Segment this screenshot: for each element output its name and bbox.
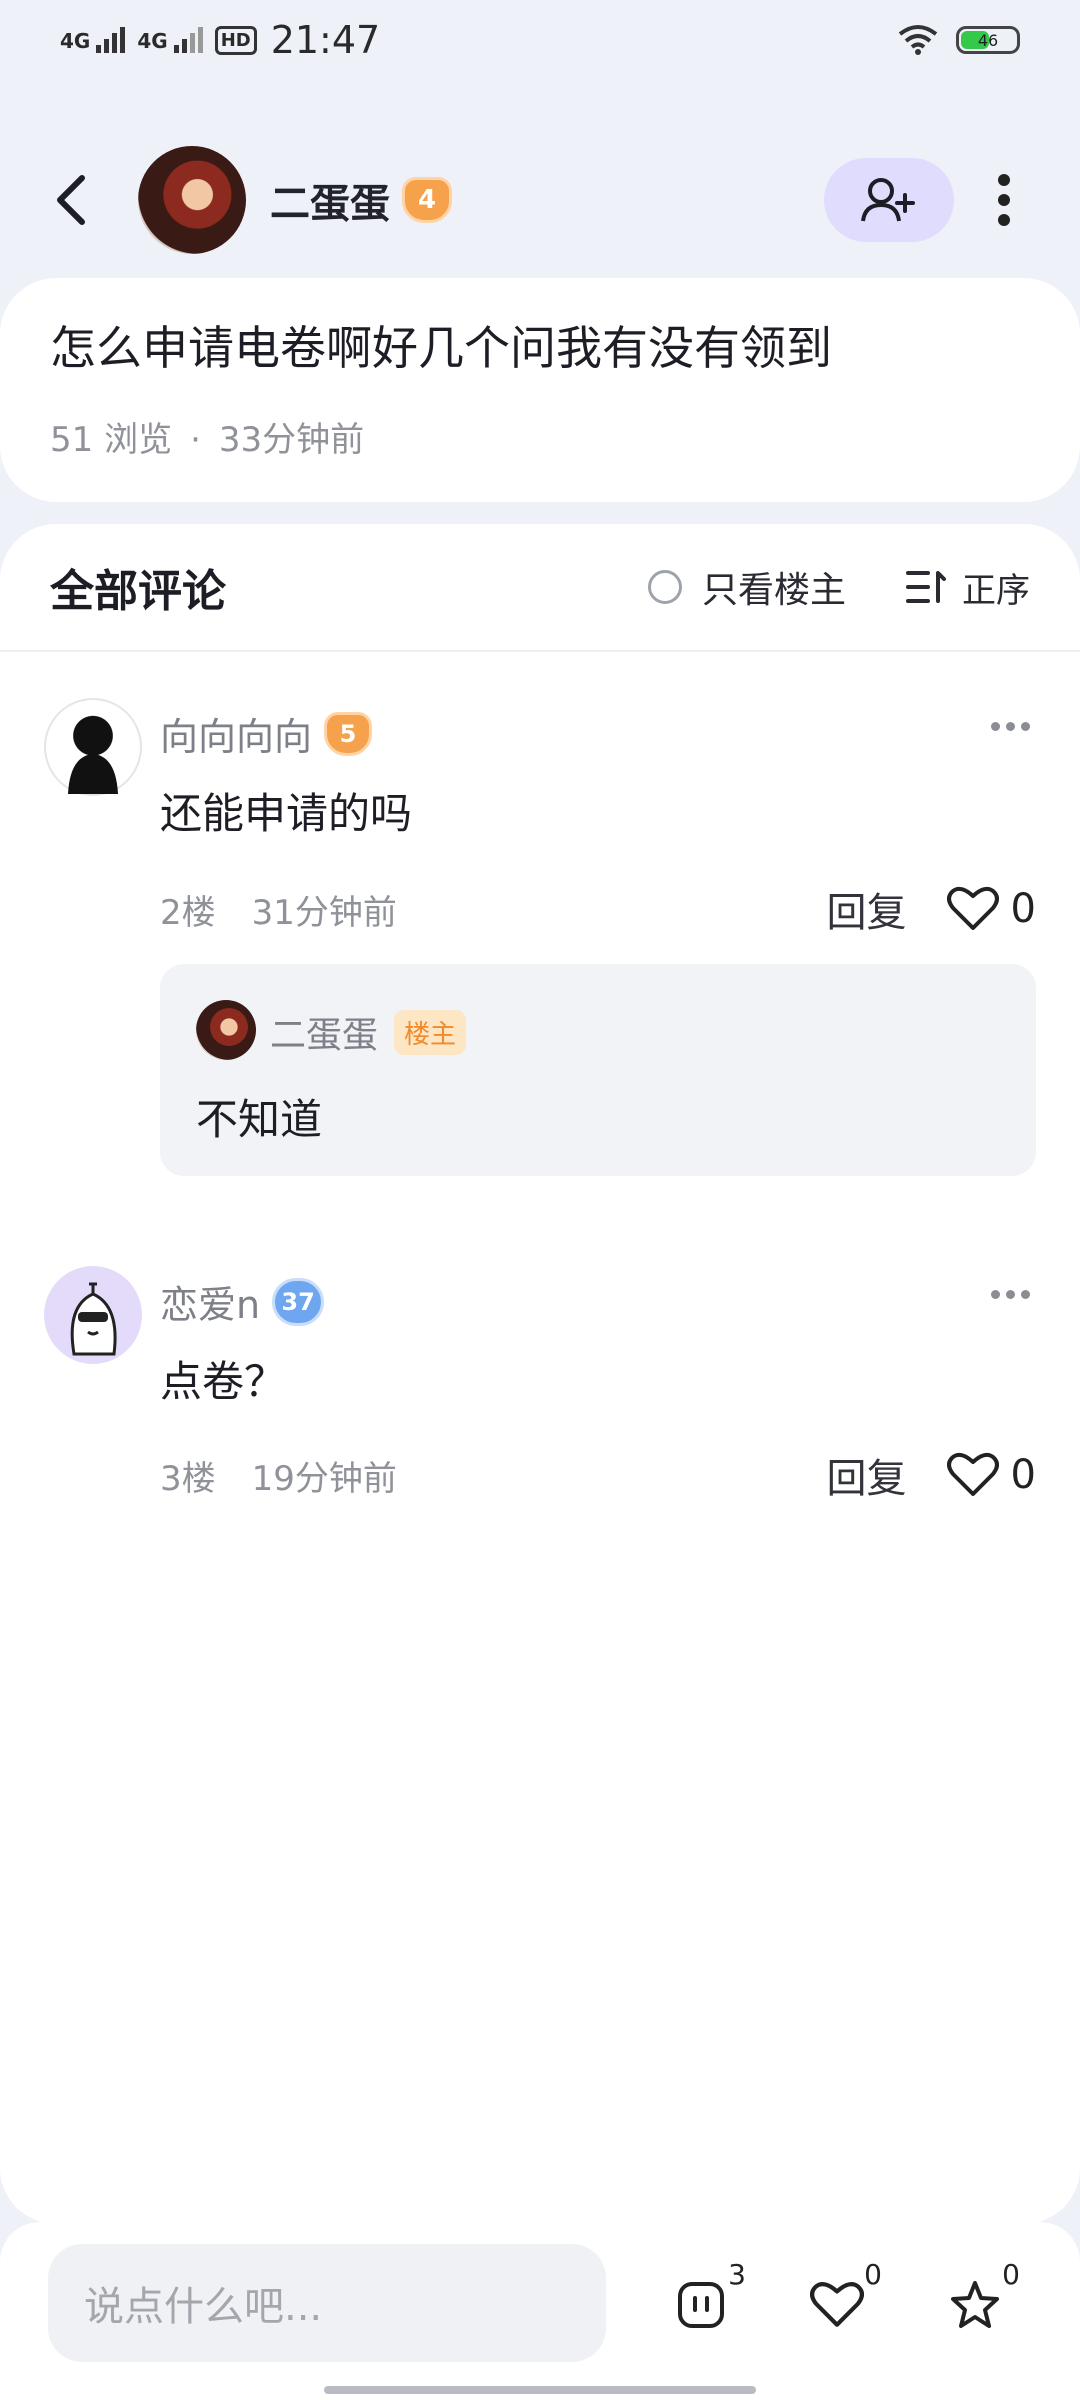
wifi-icon bbox=[898, 25, 938, 55]
view-count: 51 浏览 bbox=[50, 420, 173, 460]
follow-button[interactable] bbox=[824, 158, 954, 242]
clock: 21:47 bbox=[270, 18, 381, 62]
commenter-avatar[interactable] bbox=[44, 698, 142, 796]
only-author-toggle[interactable]: 只看楼主 bbox=[647, 561, 846, 613]
more-options-button[interactable] bbox=[974, 160, 1034, 240]
sub-reply-name[interactable]: 二蛋蛋 bbox=[270, 1006, 378, 1058]
floor-number: 3楼 bbox=[160, 1458, 216, 1499]
level-badge: 5 bbox=[324, 711, 373, 756]
like-button[interactable]: 0 bbox=[946, 886, 1036, 932]
heart-icon bbox=[810, 2282, 864, 2327]
comment-footer: 2楼 31分钟前 回复 0 bbox=[160, 880, 1036, 938]
comment-count: 3 bbox=[728, 2258, 746, 2291]
sub-reply[interactable]: 二蛋蛋 楼主 不知道 bbox=[160, 964, 1036, 1176]
bottom-bar: 说点什么吧... 3 0 0 bbox=[0, 2222, 1080, 2400]
signal-bars-icon bbox=[173, 27, 203, 53]
hd-icon: HD bbox=[214, 25, 257, 55]
heart-icon bbox=[946, 886, 999, 930]
back-button[interactable] bbox=[46, 160, 126, 240]
comments-section: 全部评论 只看楼主 正序 向向向向 5 还能申请的吗 2楼 31分钟前 回复 0 bbox=[0, 524, 1080, 2224]
comment-item: 恋爱n 37 点卷？ 3楼 19分钟前 回复 0 bbox=[0, 1266, 1080, 1526]
comment-more-button[interactable] bbox=[991, 722, 1030, 731]
commenter-avatar[interactable] bbox=[44, 1266, 142, 1364]
commenter-name-row: 向向向向 5 bbox=[160, 706, 373, 761]
star-icon bbox=[951, 2281, 999, 2328]
status-bar: 4G 4G HD 21:47 46 bbox=[0, 0, 1080, 80]
comments-title: 全部评论 bbox=[50, 566, 226, 617]
commenter-name[interactable]: 向向向向 bbox=[160, 706, 312, 761]
sub-reply-text: 不知道 bbox=[196, 1095, 323, 1144]
comment-time: 19分钟前 bbox=[251, 1458, 397, 1499]
post-title: 怎么申请电卷啊好几个问我有没有领到 bbox=[50, 321, 832, 375]
separator: · bbox=[190, 420, 201, 460]
post-meta: 51 浏览 · 33分钟前 bbox=[50, 412, 1030, 461]
level-badge: 37 bbox=[272, 1277, 325, 1326]
add-user-icon bbox=[861, 178, 915, 222]
comments-button[interactable]: 3 bbox=[666, 2258, 746, 2340]
sort-order-button[interactable]: 正序 bbox=[906, 563, 1030, 612]
comment-more-button[interactable] bbox=[991, 1290, 1030, 1299]
reply-button[interactable]: 回复 bbox=[827, 880, 907, 938]
post-time: 33分钟前 bbox=[218, 420, 365, 460]
like-count: 0 bbox=[864, 2258, 882, 2291]
level-badge: 4 bbox=[402, 177, 452, 223]
commenter-name-row: 恋爱n 37 bbox=[160, 1274, 325, 1329]
author-badge: 楼主 bbox=[394, 1009, 467, 1055]
dot-icon bbox=[998, 214, 1010, 226]
cartoon-face-icon bbox=[70, 1282, 117, 1356]
home-indicator[interactable] bbox=[324, 2386, 756, 2394]
like-post-button[interactable]: 0 bbox=[802, 2258, 882, 2340]
author-name[interactable]: 二蛋蛋 bbox=[270, 171, 390, 229]
signal-2: 4G bbox=[137, 27, 203, 53]
sub-reply-avatar[interactable] bbox=[196, 1000, 256, 1060]
commenter-name[interactable]: 恋爱n bbox=[160, 1274, 260, 1329]
comment-time: 31分钟前 bbox=[251, 892, 397, 933]
comment-input-placeholder: 说点什么吧... bbox=[84, 2284, 323, 2330]
silhouette-icon bbox=[68, 754, 118, 794]
comment-text: 点卷？ bbox=[160, 1357, 287, 1406]
favorite-button[interactable]: 0 bbox=[940, 2258, 1020, 2340]
sub-reply-name-row: 二蛋蛋 楼主 bbox=[270, 1006, 467, 1058]
comment-footer: 3楼 19分钟前 回复 0 bbox=[160, 1446, 1036, 1504]
signal-bars-icon bbox=[96, 27, 126, 53]
favorite-count: 0 bbox=[1002, 2258, 1020, 2291]
reply-button[interactable]: 回复 bbox=[827, 1446, 907, 1504]
comments-header: 全部评论 只看楼主 正序 bbox=[0, 524, 1080, 652]
radio-icon bbox=[647, 570, 682, 604]
post-card: 怎么申请电卷啊好几个问我有没有领到 51 浏览 · 33分钟前 bbox=[0, 278, 1080, 502]
comment-input[interactable]: 说点什么吧... bbox=[48, 2244, 606, 2362]
author-avatar[interactable] bbox=[138, 146, 246, 254]
comment-text: 还能申请的吗 bbox=[160, 789, 413, 838]
like-button[interactable]: 0 bbox=[946, 1452, 1036, 1498]
signal-1: 4G bbox=[60, 27, 126, 53]
battery-icon: 46 bbox=[956, 26, 1020, 54]
top-bar: 二蛋蛋 4 bbox=[0, 140, 1080, 260]
floor-number: 2楼 bbox=[160, 892, 216, 933]
dot-icon bbox=[998, 174, 1010, 186]
comment-item: 向向向向 5 还能申请的吗 2楼 31分钟前 回复 0 二蛋蛋 楼主 不知道 bbox=[0, 698, 1080, 1178]
chevron-left-icon bbox=[57, 175, 85, 225]
heart-icon bbox=[946, 1452, 999, 1496]
dot-icon bbox=[998, 194, 1010, 206]
comment-icon bbox=[678, 2282, 724, 2328]
sort-icon bbox=[906, 571, 946, 603]
